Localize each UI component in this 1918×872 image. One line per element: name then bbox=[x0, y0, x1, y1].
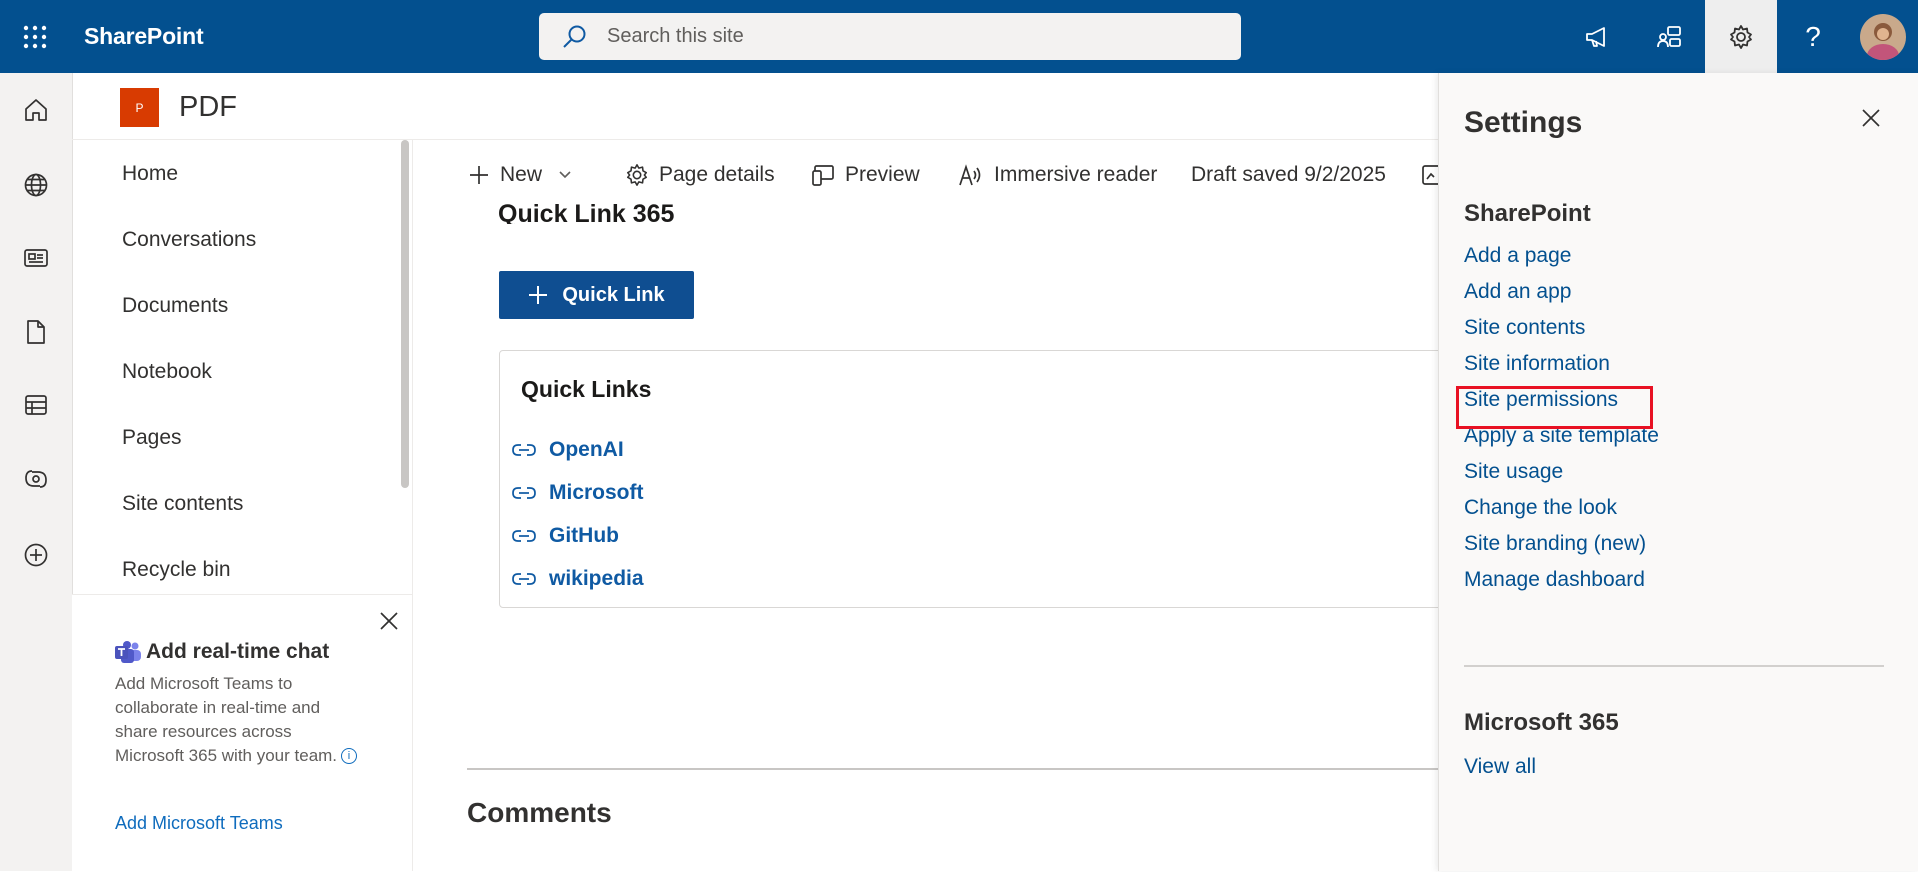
help-icon[interactable]: ? bbox=[1777, 0, 1849, 73]
preview-button[interactable]: Preview bbox=[811, 158, 920, 192]
immersive-reader-label: Immersive reader bbox=[994, 163, 1158, 186]
add-quick-link-button[interactable]: Quick Link bbox=[499, 271, 694, 319]
teams-card-text: Add Microsoft Teams to collaborate in re… bbox=[115, 674, 338, 765]
waffle-icon[interactable] bbox=[0, 0, 70, 73]
new-button-label: New bbox=[500, 163, 543, 186]
settings-title: Settings bbox=[1464, 106, 1583, 139]
teams-card-title: Add real-time chat bbox=[146, 640, 330, 663]
site-title[interactable]: PDF bbox=[179, 88, 237, 127]
settings-divider bbox=[1464, 665, 1884, 667]
close-icon[interactable] bbox=[374, 606, 404, 636]
globe-icon[interactable] bbox=[0, 155, 72, 215]
settings-link-site-contents[interactable]: Site contents bbox=[1464, 313, 1585, 343]
feedback-icon[interactable] bbox=[1633, 0, 1705, 73]
loop-icon[interactable] bbox=[0, 449, 72, 509]
settings-link-site-information[interactable]: Site information bbox=[1464, 349, 1610, 379]
add-icon[interactable] bbox=[0, 525, 72, 585]
new-button[interactable]: New bbox=[468, 158, 582, 192]
settings-link-add-page[interactable]: Add a page bbox=[1464, 241, 1571, 271]
immersive-reader-button[interactable]: Immersive reader bbox=[958, 158, 1157, 192]
analytics-icon[interactable] bbox=[1421, 163, 1439, 187]
draft-status: Draft saved 9/2/2025 bbox=[1191, 163, 1386, 186]
search-box[interactable] bbox=[539, 13, 1241, 60]
suite-bar: SharePoint ? bbox=[0, 0, 1918, 73]
add-teams-link[interactable]: Add Microsoft Teams bbox=[115, 813, 283, 834]
search-icon bbox=[561, 24, 587, 50]
site-logo[interactable]: P bbox=[120, 88, 159, 127]
list-icon[interactable] bbox=[0, 375, 72, 435]
section-title: Quick Link 365 bbox=[498, 200, 675, 224]
info-icon[interactable]: i bbox=[341, 748, 358, 764]
nav-item-recycle-bin[interactable]: Recycle bin bbox=[122, 553, 231, 587]
view-all-link[interactable]: View all bbox=[1464, 752, 1536, 782]
teams-icon bbox=[114, 640, 142, 666]
quick-link-label: GitHub bbox=[549, 524, 619, 547]
nav-item-notebook[interactable]: Notebook bbox=[122, 355, 212, 389]
nav-item-conversations[interactable]: Conversations bbox=[122, 223, 256, 257]
gear-icon[interactable] bbox=[1705, 0, 1777, 73]
news-icon[interactable] bbox=[0, 228, 72, 288]
sharepoint-heading: SharePoint bbox=[1464, 200, 1591, 227]
preview-label: Preview bbox=[845, 163, 920, 186]
quick-links-title: Quick Links bbox=[521, 376, 652, 402]
highlight-box bbox=[1456, 386, 1653, 429]
comments-title: Comments bbox=[467, 797, 612, 828]
home-icon[interactable] bbox=[0, 80, 72, 140]
teams-card-body: Add Microsoft Teams to collaborate in re… bbox=[115, 672, 365, 768]
chevron-down-icon bbox=[559, 171, 571, 179]
settings-link-manage-dashboard[interactable]: Manage dashboard bbox=[1464, 565, 1645, 595]
quick-link-wikipedia[interactable]: wikipedia bbox=[512, 564, 644, 594]
quick-link-github[interactable]: GitHub bbox=[512, 521, 619, 551]
comments-divider bbox=[467, 768, 1447, 770]
settings-link-site-usage[interactable]: Site usage bbox=[1464, 457, 1563, 487]
megaphone-icon[interactable] bbox=[1561, 0, 1633, 73]
page-details-label: Page details bbox=[659, 163, 775, 186]
quick-link-button-label: Quick Link bbox=[562, 283, 665, 306]
nav-item-site-contents[interactable]: Site contents bbox=[122, 487, 243, 521]
close-icon[interactable] bbox=[1856, 103, 1886, 133]
page-details-button[interactable]: Page details bbox=[625, 158, 775, 192]
settings-link-site-branding[interactable]: Site branding (new) bbox=[1464, 529, 1646, 559]
search-input[interactable] bbox=[607, 13, 1207, 60]
file-icon[interactable] bbox=[0, 302, 72, 362]
app-brand[interactable]: SharePoint bbox=[84, 0, 204, 73]
avatar[interactable] bbox=[1860, 14, 1906, 60]
settings-link-add-app[interactable]: Add an app bbox=[1464, 277, 1571, 307]
nav-scrollbar[interactable] bbox=[401, 140, 409, 488]
quick-link-label: OpenAI bbox=[549, 438, 624, 461]
quick-link-label: Microsoft bbox=[549, 481, 644, 504]
nav-item-pages[interactable]: Pages bbox=[122, 421, 182, 455]
microsoft-365-heading: Microsoft 365 bbox=[1464, 709, 1619, 736]
quick-link-label: wikipedia bbox=[549, 567, 644, 590]
quick-link-openai[interactable]: OpenAI bbox=[512, 435, 624, 465]
nav-item-documents[interactable]: Documents bbox=[122, 289, 228, 323]
nav-item-home[interactable]: Home bbox=[122, 157, 178, 191]
settings-link-change-look[interactable]: Change the look bbox=[1464, 493, 1617, 523]
quick-link-microsoft[interactable]: Microsoft bbox=[512, 478, 644, 508]
